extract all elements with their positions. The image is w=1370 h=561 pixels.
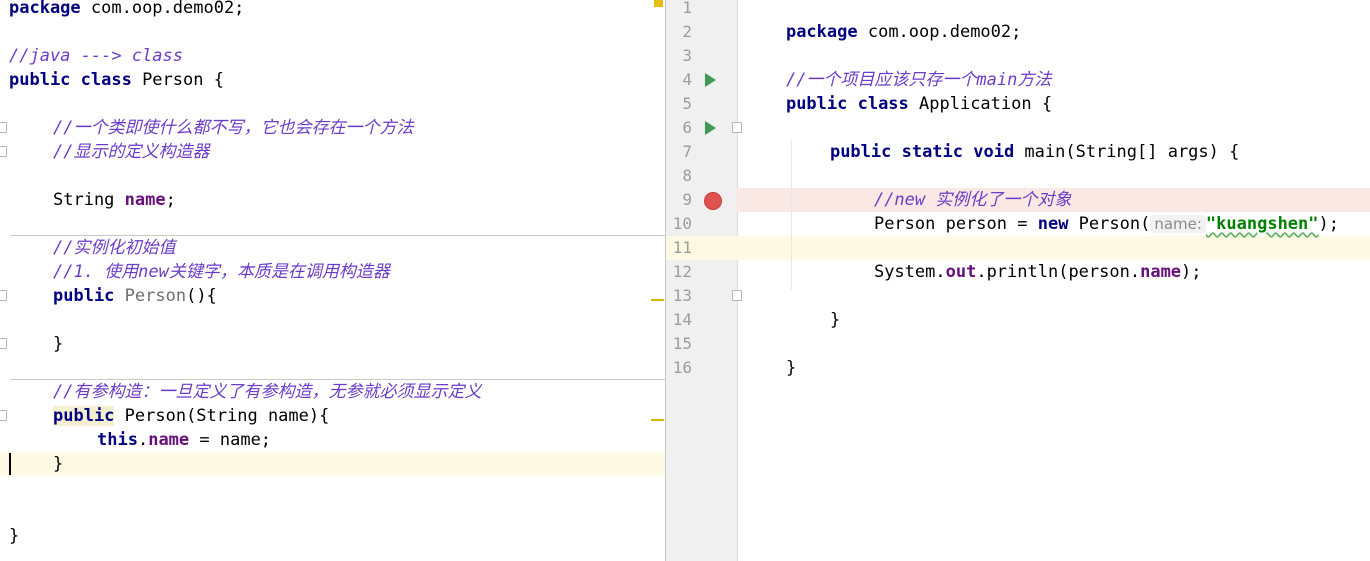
code-text: } — [829, 310, 841, 330]
string-literal: "kuangshen" — [1205, 214, 1319, 234]
line-number: 12 — [672, 262, 692, 281]
line-number: 1 — [682, 0, 692, 17]
line-number: 4 — [682, 70, 692, 89]
code-text: Person person = — [873, 214, 1038, 234]
comment: //实例化初始值 — [53, 238, 176, 258]
code-text: ); — [1318, 214, 1339, 234]
code-text: com.oop.demo02; — [857, 22, 1022, 42]
breakpoint-icon[interactable] — [704, 192, 722, 210]
line-number: 15 — [672, 334, 692, 353]
line-number: 2 — [682, 22, 692, 41]
keyword: new — [1037, 214, 1069, 234]
code-text: } — [53, 334, 64, 354]
comment: //有参构造：一旦定义了有参构造，无参就必须显示定义 — [53, 382, 482, 402]
code-text: } — [9, 526, 20, 546]
code-line[interactable]: } — [0, 524, 665, 548]
code-line[interactable]: } — [745, 332, 1370, 378]
code-text: String — [53, 190, 125, 210]
run-gutter-icon[interactable] — [705, 121, 716, 135]
keyword: public class — [9, 70, 132, 90]
code-text: ; — [165, 190, 176, 210]
line-number: 9 — [682, 190, 692, 209]
code-text: } — [785, 358, 797, 378]
fold-marker-icon[interactable] — [732, 122, 742, 133]
code-text: Person( — [1068, 214, 1151, 234]
line-number: 3 — [682, 46, 692, 65]
keyword: this — [97, 430, 138, 450]
fold-marker-icon[interactable] — [732, 290, 742, 301]
code-text: com.oop.demo02; — [80, 0, 245, 18]
code-text: Application { — [908, 94, 1053, 114]
keyword: public static void — [829, 142, 1015, 162]
parameter-hint: name: — [1150, 215, 1206, 233]
field-name: name — [1140, 262, 1182, 282]
warning-stripe-icon[interactable] — [651, 299, 664, 301]
code-line[interactable]: //java ---> class — [0, 44, 665, 68]
field-name: name — [148, 430, 190, 450]
code-line[interactable]: //一个项目应该只存一个main方法 — [745, 44, 1370, 90]
code-line[interactable]: //实例化初始值 — [0, 236, 665, 260]
code-line[interactable]: public class Application { — [745, 68, 1370, 114]
line-number: 10 — [672, 214, 692, 233]
editor-person[interactable]: package com.oop.demo02; //java ---> clas… — [0, 0, 665, 561]
code-line[interactable]: System.out.println(person.name); — [833, 236, 1370, 282]
warning-stripe-icon[interactable] — [651, 419, 664, 421]
line-number: 5 — [682, 94, 692, 113]
comment: //显示的定义构造器 — [53, 142, 210, 162]
keyword: public — [53, 406, 115, 426]
code-line[interactable]: this.name = name; — [0, 428, 665, 452]
code-line[interactable]: public static void main(String[] args) { — [789, 116, 1370, 162]
code-line[interactable]: public Person(String name){ — [0, 404, 665, 428]
keyword: package — [785, 22, 858, 42]
run-gutter-icon[interactable] — [705, 73, 716, 87]
code-text: = name; — [189, 430, 272, 450]
code-line[interactable]: //显示的定义构造器 — [0, 140, 665, 164]
code-text: . — [137, 430, 149, 450]
code-text: System. — [873, 262, 946, 282]
keyword: public class — [785, 94, 909, 114]
line-number: 16 — [672, 358, 692, 377]
code-line[interactable]: //一个类即使什么都不写，它也会存在一个方法 — [0, 116, 665, 140]
keyword: package — [9, 0, 81, 18]
code-line[interactable]: package com.oop.demo02; — [745, 0, 1370, 42]
comment: //一个类即使什么都不写，它也会存在一个方法 — [53, 118, 414, 138]
constructor-name: Person — [114, 286, 187, 306]
editor-application[interactable]: 1 2 3 4 5 6 7 8 9 10 11 12 13 14 15 16 p… — [666, 0, 1370, 561]
code-text: ); — [1181, 262, 1202, 282]
line-number: 7 — [682, 142, 692, 161]
line-number: 8 — [682, 166, 692, 185]
code-line[interactable]: //有参构造：一旦定义了有参构造，无参就必须显示定义 — [0, 380, 665, 404]
code-line[interactable]: public class Person { — [0, 68, 665, 92]
comment: //java ---> class — [9, 46, 183, 66]
code-text: .println(person. — [976, 262, 1141, 282]
code-line[interactable]: //new 实例化了一个对象 — [833, 164, 1370, 210]
code-text: } — [53, 454, 64, 474]
code-text: Person(String name){ — [114, 406, 330, 426]
line-number: 14 — [672, 310, 692, 329]
line-number: 13 — [672, 286, 692, 305]
code-line[interactable]: } — [0, 332, 665, 356]
code-line[interactable]: package com.oop.demo02; — [0, 0, 665, 20]
comment: //1. 使用new关键字，本质是在调用构造器 — [53, 262, 390, 282]
current-line[interactable]: } — [0, 452, 665, 476]
line-number: 6 — [682, 118, 692, 137]
code-line[interactable]: } — [789, 284, 1370, 330]
code-text: (){ — [186, 286, 217, 306]
code-text: main(String[] args) { — [1014, 142, 1240, 162]
keyword: public — [53, 286, 115, 306]
code-line[interactable]: public Person(){ — [0, 284, 665, 308]
code-line[interactable]: Person person = new Person(name: "kuangsh… — [833, 188, 1370, 234]
code-text: Person { — [131, 70, 224, 90]
code-line[interactable]: String name; — [0, 188, 665, 212]
line-number: 11 — [672, 238, 692, 257]
text-caret — [9, 453, 11, 475]
field-name: name — [124, 190, 166, 210]
static-field: out — [945, 262, 977, 282]
code-line[interactable]: //1. 使用new关键字，本质是在调用构造器 — [0, 260, 665, 284]
